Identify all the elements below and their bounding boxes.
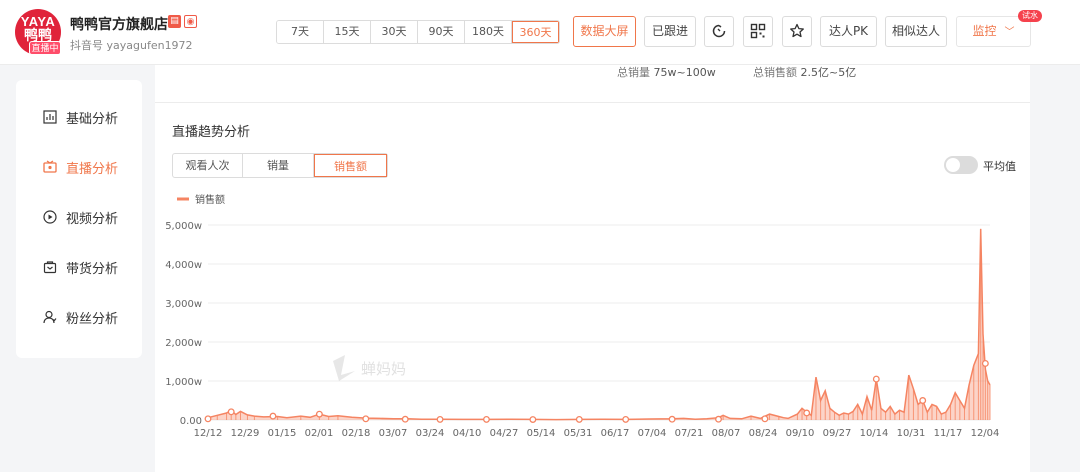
y-tick-label: 4,000w xyxy=(165,260,202,271)
shop-icon: ▤ xyxy=(168,15,181,28)
y-tick-label: 3,000w xyxy=(165,299,202,310)
range-1[interactable]: 15天 xyxy=(324,21,371,43)
main-panel: 总销量 75w~100w 总销售额 2.5亿~5亿 直播趋势分析 观看人次 销量销… xyxy=(155,65,1030,472)
watermark-text: 蝉妈妈 xyxy=(361,360,406,378)
range-2[interactable]: 30天 xyxy=(371,21,418,43)
sidebar-item-3[interactable]: 带货分析 xyxy=(16,252,142,282)
data-point xyxy=(204,415,212,423)
sidebar-item-label: 带货分析 xyxy=(66,261,119,277)
y-tick-label: 0.00 xyxy=(180,416,202,427)
followed-button[interactable]: 已跟进 xyxy=(644,16,696,47)
pk-button[interactable]: 达人PK xyxy=(820,16,877,47)
live-icon xyxy=(43,160,57,174)
live-badge[interactable]: 直播中 xyxy=(29,41,61,55)
refresh-icon xyxy=(712,24,726,38)
data-point xyxy=(575,415,583,423)
monitor-label: 监控 xyxy=(972,24,997,38)
data-point xyxy=(761,415,769,423)
x-tick-label: 12/29 xyxy=(231,428,260,439)
sidebar-item-1[interactable]: 直播分析 xyxy=(16,152,142,182)
data-point xyxy=(436,415,444,423)
chevron-down-icon: ﹀ xyxy=(1004,27,1015,38)
x-tick-label: 02/18 xyxy=(342,428,371,439)
favorite-button[interactable] xyxy=(782,16,812,47)
data-point xyxy=(269,412,277,420)
shop-icons: ▤ ◉ xyxy=(168,15,197,28)
x-tick-label: 07/21 xyxy=(675,428,704,439)
watermark: 蝉妈妈 xyxy=(333,355,406,381)
x-tick-label: 04/10 xyxy=(453,428,482,439)
legend-label: 销售额 xyxy=(195,193,225,206)
refresh-button[interactable] xyxy=(704,16,734,47)
shop-name: 鸭鸭官方旗舰店 xyxy=(70,17,168,33)
big-screen-button[interactable]: 数据大屏 xyxy=(573,16,636,47)
data-point xyxy=(483,415,490,423)
x-tick-label: 01/15 xyxy=(268,428,297,439)
data-point xyxy=(401,415,409,423)
data-point xyxy=(362,415,370,423)
x-tick-label: 09/10 xyxy=(786,428,815,439)
x-tick-label: 05/14 xyxy=(527,428,556,439)
bag-icon xyxy=(43,260,57,274)
watermark-icon xyxy=(333,355,355,381)
sidebar-item-4[interactable]: 粉丝分析 xyxy=(16,302,142,332)
data-point xyxy=(227,408,235,416)
douyin-id: 抖音号 yayagufen1972 xyxy=(70,39,193,52)
x-tick-label: 10/31 xyxy=(897,428,926,439)
data-point xyxy=(529,416,537,423)
similar-button[interactable]: 相似达人 xyxy=(885,16,947,47)
x-tick-label: 12/12 xyxy=(194,428,223,439)
monitor-badge: 试水 xyxy=(1018,10,1042,22)
live-icon: ◉ xyxy=(184,15,197,28)
x-tick-label: 07/04 xyxy=(638,428,667,439)
header: YAYA 鸭鸭 直播中 鸭鸭官方旗舰店 ▤ ◉ 抖音号 yayagufen197… xyxy=(0,0,1080,65)
y-tick-label: 5,000w xyxy=(165,221,202,232)
data-point xyxy=(315,410,323,418)
x-tick-label: 05/31 xyxy=(564,428,593,439)
x-tick-label: 03/24 xyxy=(416,428,445,439)
bar-chart-icon xyxy=(43,110,57,124)
x-tick-label: 09/27 xyxy=(823,428,852,439)
y-tick-label: 1,000w xyxy=(165,377,202,388)
sidebar-item-2[interactable]: 视频分析 xyxy=(16,202,142,232)
range-3[interactable]: 90天 xyxy=(418,21,465,43)
range-5[interactable]: 360天 xyxy=(512,21,559,43)
sidebar: 基础分析直播分析视频分析带货分析粉丝分析 xyxy=(16,80,142,358)
data-point xyxy=(668,415,676,423)
sidebar-item-label: 直播分析 xyxy=(66,161,119,177)
x-tick-label: 02/01 xyxy=(305,428,334,439)
qrcode-button[interactable] xyxy=(743,16,773,47)
data-point xyxy=(872,375,880,383)
x-tick-label: 04/27 xyxy=(490,428,519,439)
play-icon xyxy=(43,210,57,224)
x-tick-label: 08/24 xyxy=(749,428,778,439)
range-0[interactable]: 7天 xyxy=(277,21,324,43)
series-area xyxy=(208,228,990,420)
range-4[interactable]: 180天 xyxy=(465,21,512,43)
x-tick-label: 06/17 xyxy=(601,428,630,439)
qrcode-icon xyxy=(750,23,766,39)
y-tick-label: 2,000w xyxy=(165,338,202,349)
date-range-group: 7天 15天 30天 90天 180天 360天 xyxy=(276,20,560,44)
sidebar-item-0[interactable]: 基础分析 xyxy=(16,102,142,132)
sidebar-item-label: 粉丝分析 xyxy=(66,311,119,327)
sales-trend-chart: 销售额 0.00 1,000w 2,000w 3,000w 4,000w 5,000w 12/… xyxy=(165,193,1000,439)
data-point xyxy=(803,409,811,417)
series-line xyxy=(207,228,991,421)
data-point xyxy=(622,415,630,423)
x-tick-label: 10/14 xyxy=(860,428,889,439)
star-icon xyxy=(790,23,804,38)
sidebar-item-label: 基础分析 xyxy=(66,111,119,127)
x-tick-label: 08/07 xyxy=(712,428,741,439)
x-tick-label: 11/17 xyxy=(934,428,963,439)
x-tick-label: 12/04 xyxy=(971,428,1000,439)
x-tick-label: 03/07 xyxy=(379,428,408,439)
sidebar-item-label: 视频分析 xyxy=(66,211,119,227)
data-point xyxy=(981,360,989,367)
data-point xyxy=(715,415,722,423)
user-icon xyxy=(43,310,57,324)
data-point xyxy=(919,397,927,404)
